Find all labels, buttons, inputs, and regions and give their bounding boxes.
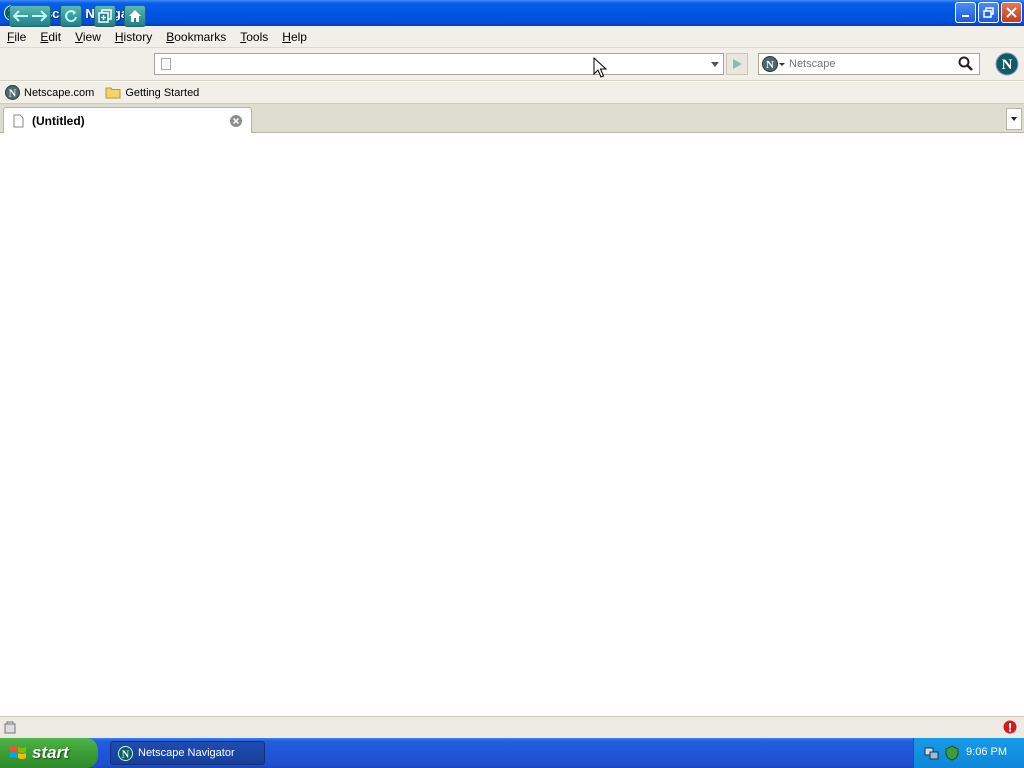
search-input[interactable] <box>789 55 949 73</box>
address-input[interactable] <box>177 54 697 74</box>
svg-text:N: N <box>122 749 130 760</box>
netscape-icon: N <box>762 56 778 72</box>
clock: 9:06 PM <box>966 746 1007 758</box>
svg-text:N: N <box>766 59 774 71</box>
windows-logo-icon <box>10 746 26 759</box>
home-button[interactable] <box>124 5 146 27</box>
chevron-down-icon <box>1011 117 1017 121</box>
menu-view[interactable]: View <box>68 30 108 44</box>
minimize-icon <box>962 15 969 17</box>
search-engine-selector[interactable]: N <box>762 56 786 72</box>
svg-text:N: N <box>1002 57 1013 73</box>
start-button[interactable]: start <box>0 738 98 768</box>
bookmark-getting-started[interactable]: Getting Started <box>105 86 199 99</box>
svg-text:N: N <box>9 88 17 99</box>
netscape-icon: N <box>118 745 133 761</box>
new-tab-button[interactable] <box>94 5 116 27</box>
menu-bookmarks[interactable]: Bookmarks <box>159 30 233 44</box>
close-tab-icon[interactable] <box>229 114 243 128</box>
search-icon[interactable] <box>958 56 974 72</box>
tab-bar: (Untitled) <box>0 104 1024 133</box>
tab-title: (Untitled) <box>32 113 85 128</box>
menu-bar: File Edit View History Bookmarks Tools H… <box>0 26 1024 48</box>
home-icon <box>129 10 141 22</box>
netscape-icon: N <box>5 85 20 100</box>
page-icon <box>161 58 171 70</box>
bookmark-netscape-com[interactable]: N Netscape.com <box>5 85 94 100</box>
chevron-down-icon <box>779 63 785 66</box>
offline-status-icon[interactable] <box>3 720 17 734</box>
system-tray: 9:06 PM <box>913 738 1024 768</box>
taskbar-item-label: Netscape Navigator <box>138 747 235 759</box>
bookmarks-toolbar: N Netscape.com Getting Started <box>0 82 1024 104</box>
restore-button[interactable] <box>978 2 999 23</box>
new-window-icon <box>98 9 112 23</box>
address-bar[interactable] <box>154 53 724 75</box>
page-content[interactable] <box>0 134 1024 716</box>
menu-history[interactable]: History <box>108 30 159 44</box>
back-arrow-icon[interactable] <box>12 9 30 23</box>
menu-file[interactable]: File <box>0 30 33 44</box>
back-forward-button[interactable] <box>9 5 51 27</box>
minimize-button[interactable] <box>955 2 976 23</box>
network-icon[interactable] <box>924 745 940 761</box>
close-icon <box>1006 7 1017 18</box>
start-label: start <box>32 743 69 762</box>
search-bar[interactable]: N <box>758 53 980 75</box>
taskbar-item-netscape[interactable]: N Netscape Navigator <box>110 741 265 765</box>
windows-taskbar: start N Netscape Navigator 9:06 PM <box>0 738 1024 768</box>
go-arrow-icon <box>733 59 742 69</box>
restore-icon <box>983 7 994 18</box>
bookmark-label: Netscape.com <box>24 86 95 99</box>
folder-icon <box>105 87 121 99</box>
menu-help[interactable]: Help <box>275 30 314 44</box>
menu-tools[interactable]: Tools <box>233 30 275 44</box>
mouse-cursor-icon <box>593 57 607 78</box>
netscape-throbber-icon[interactable]: N <box>995 52 1019 76</box>
status-bar <box>0 716 1024 738</box>
tab-list-button[interactable] <box>1006 108 1022 130</box>
error-alert-icon[interactable] <box>1003 720 1017 734</box>
title-bar: N Netscape Navigator <box>0 0 1024 26</box>
go-button[interactable] <box>726 53 748 75</box>
forward-arrow-icon[interactable] <box>30 9 48 23</box>
tab-untitled[interactable]: (Untitled) <box>3 107 252 133</box>
bookmark-label: Getting Started <box>125 86 200 99</box>
menu-edit[interactable]: Edit <box>33 30 68 44</box>
close-button[interactable] <box>1001 2 1022 23</box>
chevron-down-icon[interactable] <box>711 62 719 67</box>
reload-button[interactable] <box>60 5 82 27</box>
document-icon <box>13 114 24 127</box>
security-shield-icon[interactable] <box>944 745 960 761</box>
reload-icon <box>65 10 77 23</box>
